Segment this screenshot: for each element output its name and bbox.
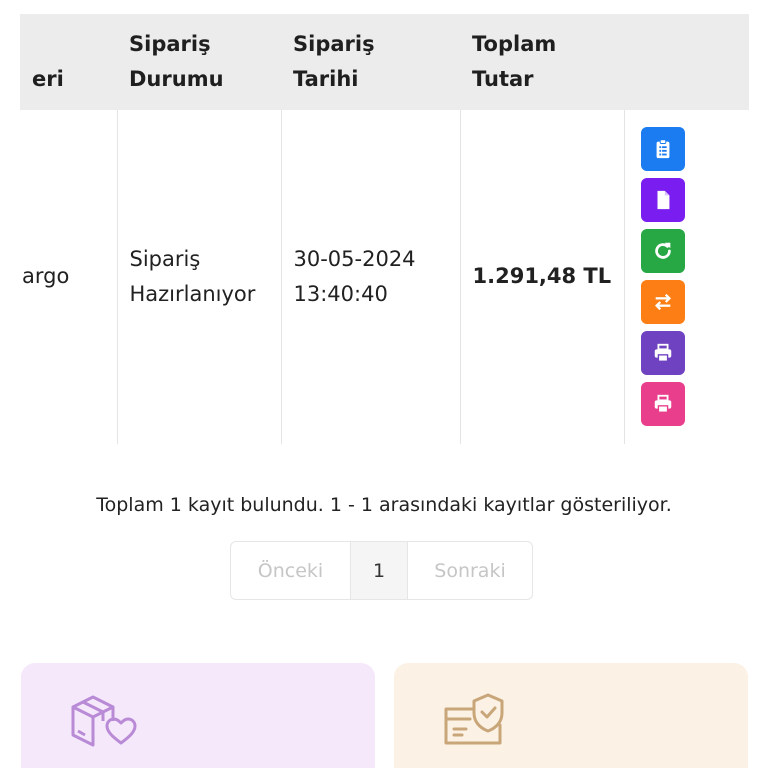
header-actions [624,14,749,110]
header-cut-column: eri [20,14,117,110]
cell-order-status: Sipariş Hazırlanıyor [117,110,282,444]
feature-card-packaging [21,663,375,768]
refresh-icon [654,243,671,260]
cell-order-date: 30-05-2024 13:40:40 [281,110,461,444]
invoice-button[interactable] [640,178,685,223]
document-icon [657,191,669,210]
header-total-amount: Toplam Tutar [460,14,624,110]
header-order-date: Sipariş Tarihi [281,14,460,110]
order-details-button[interactable] [640,127,685,172]
cell-actions [624,110,749,444]
print-icon [654,344,671,363]
orders-table-wrapper: eri Sipariş Durumu Sipariş Tarihi Toplam Tu… [20,14,749,444]
exchange-button[interactable] [640,280,685,325]
box-heart-icon [71,695,137,747]
cell-cargo: argo [20,110,118,444]
pagination: Önceki 1 Sonraki [230,541,533,600]
pagination-previous[interactable]: Önceki [231,542,350,599]
orders-table: eri Sipariş Durumu Sipariş Tarihi Toplam Tu… [20,14,749,444]
feature-card-secure-payment [394,663,748,768]
cell-total-amount: 1.291,48 TL [460,110,625,444]
header-order-status: Sipariş Durumu [117,14,281,110]
print-icon [654,395,671,414]
clipboard-list-icon [656,139,669,159]
table-row: argo Sipariş Hazırlanıyor 30-05-2024 13:40… [20,110,749,444]
card-shield-icon [444,693,504,745]
refresh-button[interactable] [640,229,685,274]
exchange-icon [654,294,671,311]
table-header-row: eri Sipariş Durumu Sipariş Tarihi Toplam Tu… [20,14,749,110]
pagination-current-page[interactable]: 1 [350,542,408,599]
print-label-button[interactable] [640,382,685,427]
print-button[interactable] [640,331,685,376]
pagination-next[interactable]: Sonraki [408,542,532,599]
records-summary: Toplam 1 kayıt bulundu. 1 - 1 arasındaki… [96,494,672,516]
action-buttons [637,127,737,427]
